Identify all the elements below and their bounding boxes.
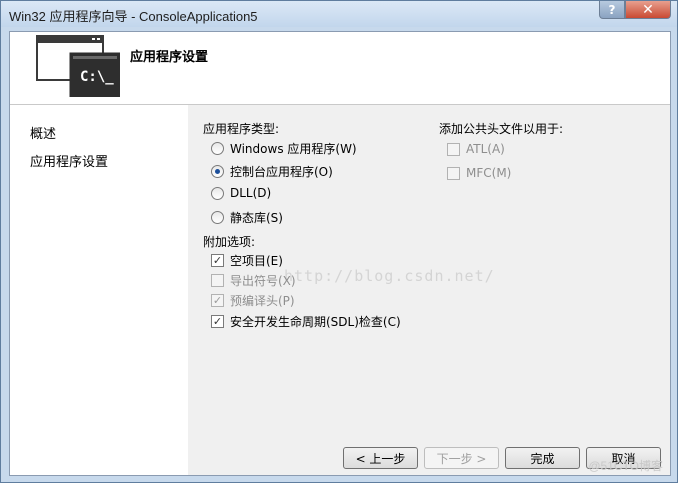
wizard-sidebar: 概述 应用程序设置 bbox=[10, 105, 188, 475]
checkbox-mfc[interactable]: MFC(M) bbox=[447, 166, 511, 180]
checkbox[interactable]: ✓ bbox=[211, 315, 224, 328]
radio-button[interactable] bbox=[211, 142, 224, 155]
radio-static-lib[interactable]: 静态库(S) bbox=[211, 209, 283, 226]
radio-label: 静态库(S) bbox=[230, 211, 283, 225]
checkbox-label: 空项目(E) bbox=[230, 254, 283, 268]
extra-options-label: 附加选项: bbox=[203, 235, 256, 249]
finish-button[interactable]: 完成 bbox=[505, 447, 580, 469]
radio-console-app[interactable]: 控制台应用程序(O) bbox=[211, 163, 333, 180]
wizard-header: C:\_ 应用程序设置 bbox=[10, 32, 670, 105]
prev-button[interactable]: < 上一步 bbox=[343, 447, 418, 469]
radio-dll[interactable]: DLL(D) bbox=[211, 186, 271, 200]
svg-text:C:\_: C:\_ bbox=[80, 69, 114, 85]
checkbox[interactable]: ✓ bbox=[211, 294, 224, 307]
watermark-text: http://blog.csdn.net/ bbox=[284, 267, 495, 285]
checkbox-export-symbols[interactable]: 导出符号(X) bbox=[211, 272, 296, 289]
help-icon: ? bbox=[608, 2, 616, 17]
checkbox[interactable] bbox=[447, 166, 460, 180]
checkbox-label: 预编译头(P) bbox=[230, 294, 295, 308]
close-icon: ✕ bbox=[642, 1, 654, 18]
next-button[interactable]: 下一步 > bbox=[424, 447, 499, 469]
checkbox-precompiled-header[interactable]: ✓ 预编译头(P) bbox=[211, 292, 295, 309]
page-title: 应用程序设置 bbox=[130, 50, 209, 65]
wizard-client-area: C:\_ 应用程序设置 概述 应用程序设置 应用程序类型: Windows 应用… bbox=[9, 31, 671, 476]
radio-button[interactable] bbox=[211, 186, 224, 200]
checkbox-label: ATL(A) bbox=[466, 142, 505, 156]
corner-watermark: @51CTO博客 bbox=[588, 459, 663, 473]
radio-label: Windows 应用程序(W) bbox=[230, 142, 357, 156]
checkbox-label: MFC(M) bbox=[466, 166, 512, 180]
console-app-icon: C:\_ bbox=[36, 35, 120, 97]
close-button[interactable]: ✕ bbox=[625, 1, 671, 19]
title-bar[interactable]: Win32 应用程序向导 - ConsoleApplication5 ? ✕ bbox=[1, 1, 677, 27]
window-title: Win32 应用程序向导 - ConsoleApplication5 bbox=[9, 9, 258, 24]
radio-button[interactable] bbox=[211, 211, 224, 224]
radio-label: 控制台应用程序(O) bbox=[230, 165, 333, 179]
sidebar-item-overview[interactable]: 概述 bbox=[30, 123, 56, 142]
checkbox-sdl-checks[interactable]: ✓ 安全开发生命周期(SDL)检查(C) bbox=[211, 313, 401, 330]
app-type-label: 应用程序类型: bbox=[203, 122, 280, 136]
help-button[interactable]: ? bbox=[599, 1, 625, 19]
checkbox-label: 安全开发生命周期(SDL)检查(C) bbox=[230, 315, 401, 329]
radio-button[interactable] bbox=[211, 165, 224, 178]
radio-windows-app[interactable]: Windows 应用程序(W) bbox=[211, 140, 357, 157]
radio-label: DLL(D) bbox=[230, 186, 272, 200]
settings-panel: 应用程序类型: Windows 应用程序(W) 控制台应用程序(O) DLL(D… bbox=[190, 105, 670, 475]
checkbox[interactable] bbox=[211, 274, 224, 287]
common-headers-label: 添加公共头文件以用于: bbox=[439, 122, 564, 136]
checkbox-atl[interactable]: ATL(A) bbox=[447, 142, 505, 156]
window-frame: Win32 应用程序向导 - ConsoleApplication5 ? ✕ C… bbox=[0, 0, 678, 483]
checkbox-label: 导出符号(X) bbox=[230, 274, 296, 288]
sidebar-item-app-settings[interactable]: 应用程序设置 bbox=[30, 151, 108, 170]
checkbox-empty-project[interactable]: ✓ 空项目(E) bbox=[211, 252, 283, 269]
checkbox[interactable] bbox=[447, 142, 460, 156]
checkbox[interactable]: ✓ bbox=[211, 254, 224, 267]
